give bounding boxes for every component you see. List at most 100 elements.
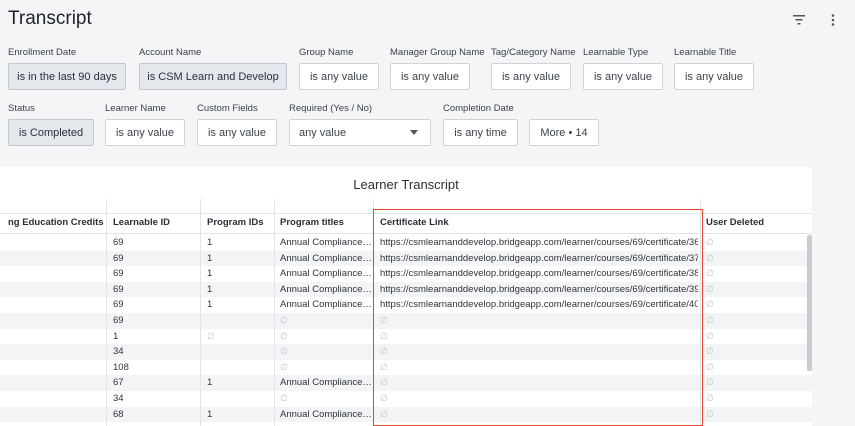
filter-learnable-title-value[interactable]: is any value	[674, 63, 754, 90]
filter-required-select[interactable]: any value	[289, 119, 431, 146]
table-cell: ∅	[280, 330, 288, 341]
table-cell: 1	[207, 268, 213, 280]
table-scrollbar[interactable]	[807, 235, 812, 371]
filter-custom-fields: Custom Fields is any value	[197, 103, 277, 146]
filter-label: Learner Name	[105, 103, 166, 114]
table-cell: ∅	[706, 268, 714, 279]
table-cell: ∅	[706, 299, 714, 310]
table-cell: 68	[113, 408, 124, 420]
filter-label: Group Name	[299, 47, 354, 58]
filter-label: Custom Fields	[197, 103, 258, 114]
table-cell: ∅	[706, 237, 714, 247]
table-cell: ∅	[706, 252, 714, 263]
page-title: Transcript	[8, 8, 92, 29]
table-cell: 69	[113, 315, 124, 326]
filter-account-name-value[interactable]: is CSM Learn and Develop	[139, 63, 287, 90]
filter-tag-category-name-value[interactable]: is any value	[491, 63, 571, 90]
filter-account-name: Account Name is CSM Learn and Develop	[139, 47, 287, 90]
filter-label: Enrollment Date	[8, 47, 77, 58]
table-cell: 1	[207, 408, 213, 420]
more-vertical-icon[interactable]	[825, 12, 841, 28]
table-cell: 1	[207, 283, 213, 295]
table-cell: 34	[113, 346, 124, 358]
table-cell: Annual Compliance…	[280, 237, 372, 248]
column-header[interactable]: User Deleted	[706, 217, 764, 228]
table-cell: 69	[113, 252, 124, 264]
filter-required: Required (Yes / No) any value	[289, 103, 431, 146]
table-cell: ∅	[280, 315, 288, 325]
filter-label: Status	[8, 103, 35, 114]
filter-label: Tag/Category Name	[491, 47, 576, 58]
table-cell: Annual Compliance…	[280, 252, 372, 264]
filter-group-name-value[interactable]: is any value	[299, 63, 379, 90]
table-cell: ∅	[280, 346, 288, 357]
table-cell: ∅	[706, 346, 714, 357]
report-title: Learner Transcript	[353, 177, 459, 192]
filter-manager-group-name: Manager Group Name is any value	[390, 47, 485, 90]
filter-learner-name: Learner Name is any value	[105, 103, 185, 146]
column-header[interactable]: Learnable ID	[113, 217, 170, 228]
table-cell: Annual Compliance…	[280, 408, 372, 420]
table-cell: 69	[113, 299, 124, 311]
certificate-link[interactable]: https://csmlearnanddevelop.bridgeapp.com…	[380, 237, 698, 248]
table-cell: Annual Compliance…	[280, 283, 372, 295]
filter-learnable-title: Learnable Title is any value	[674, 47, 754, 90]
row-divider	[0, 213, 812, 214]
table-cell: ∅	[380, 330, 388, 341]
column-header[interactable]: Certificate Link	[380, 217, 449, 228]
table-cell: ∅	[706, 408, 714, 419]
filter-completion-date-value[interactable]: is any time	[443, 119, 518, 146]
filter-status: Status is Completed	[8, 103, 94, 146]
chevron-down-icon	[410, 130, 418, 135]
filter-label: Learnable Title	[674, 47, 737, 58]
filter-status-value[interactable]: is Completed	[8, 119, 94, 146]
filter-label: Manager Group Name	[390, 47, 485, 58]
table-cell: 69	[113, 283, 124, 295]
filter-completion-date: Completion Date is any time	[443, 103, 518, 146]
filter-custom-fields-value[interactable]: is any value	[197, 119, 277, 146]
table-cell: 69	[113, 237, 124, 248]
table-cell: ∅	[706, 361, 714, 372]
table-cell: 67	[113, 377, 124, 389]
table-cell: ∅	[380, 315, 388, 325]
filter-enrollment-date: Enrollment Date is in the last 90 days	[8, 47, 126, 90]
filter-enrollment-date-value[interactable]: is in the last 90 days	[8, 63, 126, 90]
filter-manager-group-name-value[interactable]: is any value	[390, 63, 470, 90]
table-cell: 1	[207, 377, 213, 389]
table-cell: Annual Compliance…	[280, 299, 372, 311]
table-cell: 69	[113, 268, 124, 280]
table-cell: ∅	[280, 361, 288, 372]
column-header[interactable]: ng Education Credits	[8, 217, 104, 228]
filter-label: Required (Yes / No)	[289, 103, 373, 114]
column-header[interactable]: Program titles	[280, 217, 344, 228]
table-cell: ∅	[380, 361, 388, 372]
table-cell: 1	[207, 237, 213, 248]
filter-label: Completion Date	[443, 103, 514, 114]
table-cell: Annual Compliance…	[280, 377, 372, 389]
more-filters-button[interactable]: More • 14	[529, 119, 599, 146]
filter-icon[interactable]	[791, 12, 807, 28]
table-cell: Annual Compliance…	[280, 268, 372, 280]
table-cell: ∅	[380, 377, 388, 388]
filter-label: Learnable Type	[583, 47, 649, 58]
table-cell: ∅	[706, 283, 714, 294]
table-cell: ∅	[380, 393, 388, 403]
filter-learnable-type: Learnable Type is any value	[583, 47, 663, 90]
certificate-link[interactable]: https://csmlearnanddevelop.bridgeapp.com…	[380, 253, 698, 264]
filter-learnable-type-value[interactable]: is any value	[583, 63, 663, 90]
table-cell: ∅	[706, 315, 714, 325]
filter-learner-name-value[interactable]: is any value	[105, 119, 185, 146]
certificate-link[interactable]: https://csmlearnanddevelop.bridgeapp.com…	[380, 284, 698, 295]
filter-group-name: Group Name is any value	[299, 47, 379, 90]
table-cell: ∅	[380, 408, 388, 419]
table-cell: ∅	[706, 377, 714, 388]
filter-label: Account Name	[139, 47, 202, 58]
certificate-link[interactable]: https://csmlearnanddevelop.bridgeapp.com…	[380, 268, 698, 279]
column-header[interactable]: Program IDs	[207, 217, 264, 228]
row-divider	[0, 233, 812, 234]
table-cell: 1	[207, 299, 213, 311]
filter-tag-category-name: Tag/Category Name is any value	[491, 47, 576, 90]
table-cell: ∅	[706, 330, 714, 341]
certificate-link[interactable]: https://csmlearnanddevelop.bridgeapp.com…	[380, 299, 698, 310]
filter-required-value: any value	[299, 126, 347, 139]
